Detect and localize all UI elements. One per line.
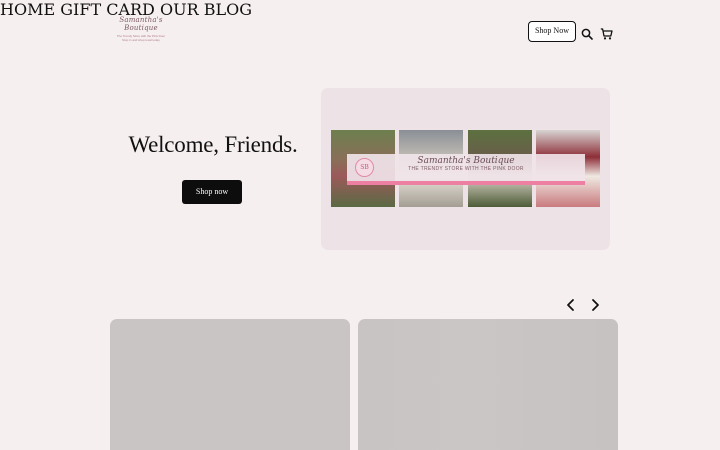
- banner-pink-bar: [347, 181, 585, 185]
- product-card[interactable]: [110, 319, 350, 450]
- product-card[interactable]: [358, 319, 618, 450]
- cart-icon[interactable]: [600, 25, 613, 40]
- hero-shop-button[interactable]: Shop now: [182, 180, 242, 204]
- banner-subtitle: THE TRENDY STORE WITH THE PINK DOOR: [408, 166, 524, 172]
- banner-title: Samantha's Boutique: [417, 156, 515, 166]
- hero-title: Welcome, Friends.: [128, 132, 298, 157]
- logo-tagline-secondary: Stop in and shop local today: [122, 38, 160, 42]
- banner-monogram: SB: [355, 158, 374, 177]
- logo-script-text: Samantha's Boutique: [119, 16, 163, 32]
- nav-home[interactable]: HOME: [0, 0, 55, 19]
- chevron-left-icon[interactable]: [564, 297, 578, 311]
- search-icon[interactable]: [581, 25, 593, 40]
- shop-now-button[interactable]: Shop Now: [528, 21, 576, 42]
- hero-image-card: Samantha's Boutique THE TRENDY STORE WIT…: [321, 88, 610, 250]
- site-header: Samantha's Boutique The Trendy Store wit…: [0, 0, 720, 60]
- site-logo[interactable]: Samantha's Boutique The Trendy Store wit…: [106, 16, 176, 42]
- chevron-right-icon[interactable]: [588, 297, 602, 311]
- hero-banner: Samantha's Boutique THE TRENDY STORE WIT…: [347, 154, 585, 181]
